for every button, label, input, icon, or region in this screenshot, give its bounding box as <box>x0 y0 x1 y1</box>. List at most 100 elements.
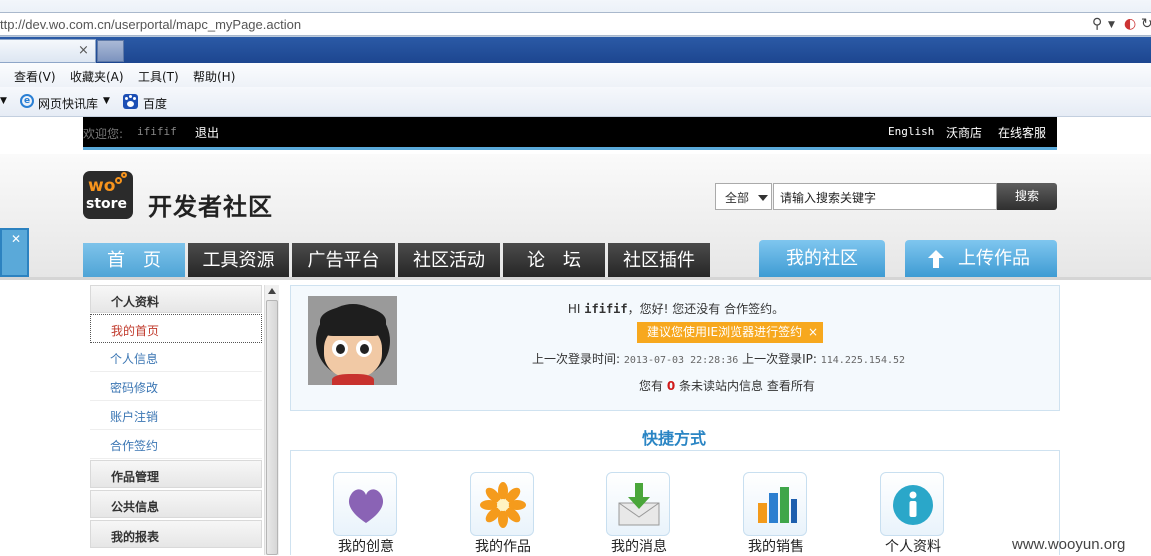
quick-my-messages[interactable]: 我的消息 <box>596 472 676 556</box>
upload-arrow-icon <box>928 250 944 268</box>
menu-view[interactable]: 查看(V) <box>14 68 56 85</box>
ie-notice-text: 建议您使用IE浏览器进行签约 <box>647 325 803 339</box>
wostore-logo[interactable]: wo store <box>83 171 133 219</box>
sidebar-item-contract[interactable]: 合作签约 <box>90 430 262 459</box>
new-tab-button[interactable] <box>97 40 124 62</box>
sidebar-item-personal-info[interactable]: 个人信息 <box>90 343 262 372</box>
site-header: wo store 开发者社区 全部 请输入搜索关键字 搜索 首 页 工具资源 广… <box>0 154 1151 278</box>
last-login-time-label: 上一次登录时间: <box>532 352 621 366</box>
scroll-up-icon[interactable] <box>268 288 276 294</box>
logout-link[interactable]: 退出 <box>195 124 219 141</box>
menu-tools[interactable]: 工具(T) <box>138 68 179 85</box>
address-bar[interactable]: ttp://dev.wo.com.cn/userportal/mapc_myPa… <box>0 12 1151 36</box>
watermark-text: www.wooyun.org <box>1012 536 1126 553</box>
quick-label: 个人资料 <box>885 539 941 555</box>
chevron-down-icon <box>758 195 768 201</box>
quick-my-ideas[interactable]: 我的创意 <box>323 472 403 556</box>
menu-help[interactable]: 帮助(H) <box>193 68 235 85</box>
quick-profile[interactable]: 个人资料 <box>870 472 950 556</box>
last-login-line: 上一次登录时间: 2013-07-03 22:28:36 上一次登录IP: 11… <box>532 350 905 367</box>
logo-circle-icon <box>115 177 122 184</box>
dropdown-arrow-icon[interactable]: ▼ <box>0 96 7 106</box>
sidebar-item-password[interactable]: 密码修改 <box>90 372 262 401</box>
sidebar: 个人资料 我的首页 个人信息 密码修改 账户注销 合作签约 作品管理 公共信息 … <box>90 285 264 555</box>
msg-suffix: 条未读站内信息 <box>679 379 764 393</box>
sidebar-section-profile[interactable]: 个人资料 <box>90 285 262 313</box>
ie-recommend-notice[interactable]: 建议您使用IE浏览器进行签约 × <box>637 322 823 343</box>
upload-works-label: 上传作品 <box>958 248 1030 269</box>
sidebar-section-reports[interactable]: 我的报表 <box>90 520 262 548</box>
favorites-bar: ▼ e 网页快讯库 ▼ 百度 <box>0 87 1151 117</box>
site-topbar: 欢迎您: ififif 退出 English 沃商店 在线客服 <box>83 117 1057 147</box>
close-icon[interactable]: × <box>808 322 818 343</box>
dropdown-arrow-icon[interactable]: ▼ <box>1108 20 1115 30</box>
address-url[interactable]: ttp://dev.wo.com.cn/userportal/mapc_myPa… <box>0 17 301 32</box>
nav-forum[interactable]: 论 坛 <box>503 243 605 277</box>
english-link[interactable]: English <box>888 125 934 138</box>
online-service-link[interactable]: 在线客服 <box>998 124 1046 141</box>
view-all-link[interactable]: 查看所有 <box>767 379 815 393</box>
bar-chart-icon[interactable] <box>743 472 807 536</box>
logo-text-bottom: store <box>86 196 128 212</box>
sidebar-item-my-home[interactable]: 我的首页 <box>90 314 262 343</box>
header-divider <box>0 277 1151 280</box>
topbar-divider <box>83 147 1057 150</box>
nav-home[interactable]: 首 页 <box>83 243 185 277</box>
sidebar-scrollbar[interactable] <box>264 285 279 555</box>
greeting-username: ififif <box>584 302 628 316</box>
logo-text-top: wo <box>88 176 116 196</box>
nav-ads[interactable]: 广告平台 <box>292 243 395 277</box>
welcome-username: ififif <box>137 125 177 138</box>
last-login-ip-label: 上一次登录IP: <box>742 352 817 366</box>
flower-icon[interactable] <box>470 472 534 536</box>
sidebar-item-deactivate[interactable]: 账户注销 <box>90 401 262 430</box>
nav-plugins[interactable]: 社区插件 <box>608 243 710 277</box>
unread-messages-line: 您有 0 条未读站内信息 查看所有 <box>639 377 815 394</box>
dropdown-arrow-icon[interactable]: ▼ <box>103 96 110 106</box>
scroll-thumb[interactable] <box>266 300 278 555</box>
fav-baidu[interactable]: 百度 <box>143 95 167 112</box>
ie-icon: e <box>20 94 34 108</box>
upload-works-tab[interactable]: 上传作品 <box>905 240 1057 277</box>
logo-circle-icon <box>121 172 127 178</box>
wo-store-link[interactable]: 沃商店 <box>946 124 982 141</box>
quick-links-panel: 我的创意 我的作品 我的消息 我的销售 个人资料 <box>290 450 1060 555</box>
search-input[interactable]: 请输入搜索关键字 <box>773 183 997 210</box>
quick-my-works[interactable]: 我的作品 <box>460 472 540 556</box>
nav-tools[interactable]: 工具资源 <box>188 243 289 277</box>
compat-view-icon[interactable]: ◐ <box>1124 16 1136 32</box>
tab-bar: × <box>0 37 1151 63</box>
info-icon[interactable] <box>880 472 944 536</box>
quick-label: 我的作品 <box>475 539 531 555</box>
fav-web-slice-gallery[interactable]: 网页快讯库 <box>38 95 98 112</box>
close-icon[interactable]: ✕ <box>11 232 21 246</box>
site-title: 开发者社区 <box>148 193 273 221</box>
msg-prefix: 您有 <box>639 379 664 393</box>
search-scope-value: 全部 <box>725 191 750 205</box>
profile-summary: HI ififif，您好! 您还没有 合作签约。 建议您使用IE浏览器进行签约 … <box>290 285 1060 411</box>
my-community-tab[interactable]: 我的社区 <box>759 240 885 277</box>
refresh-icon[interactable]: ↻ <box>1141 16 1151 32</box>
sidebar-section-public-info[interactable]: 公共信息 <box>90 490 262 518</box>
greeting-text: ，您好! 您还没有 合作签约。 <box>627 302 785 316</box>
floating-side-widget[interactable]: ✕ <box>0 228 29 277</box>
menu-favorites[interactable]: 收藏夹(A) <box>70 68 124 85</box>
menu-bar: 查看(V) 收藏夹(A) 工具(T) 帮助(H) <box>0 63 1151 87</box>
search-icon[interactable]: ⚲ <box>1092 16 1102 32</box>
last-login-time: 2013-07-03 22:28:36 <box>623 355 739 366</box>
heart-icon[interactable] <box>333 472 397 536</box>
inbox-download-icon[interactable] <box>606 472 670 536</box>
quick-my-sales[interactable]: 我的销售 <box>733 472 813 556</box>
greeting-hi: HI <box>567 302 581 316</box>
greeting-line: HI ififif，您好! 您还没有 合作签约。 <box>291 300 1061 317</box>
search-scope-select[interactable]: 全部 <box>715 183 772 210</box>
quick-links-title: 快捷方式 <box>642 429 707 448</box>
close-tab-icon[interactable]: × <box>78 43 89 58</box>
unread-count: 0 <box>666 379 676 393</box>
browser-tab[interactable]: × <box>0 39 96 63</box>
last-login-ip: 114.225.154.52 <box>820 355 906 366</box>
nav-events[interactable]: 社区活动 <box>398 243 500 277</box>
sidebar-section-works[interactable]: 作品管理 <box>90 460 262 488</box>
search-button[interactable]: 搜索 <box>997 183 1057 210</box>
quick-label: 我的消息 <box>611 539 667 555</box>
